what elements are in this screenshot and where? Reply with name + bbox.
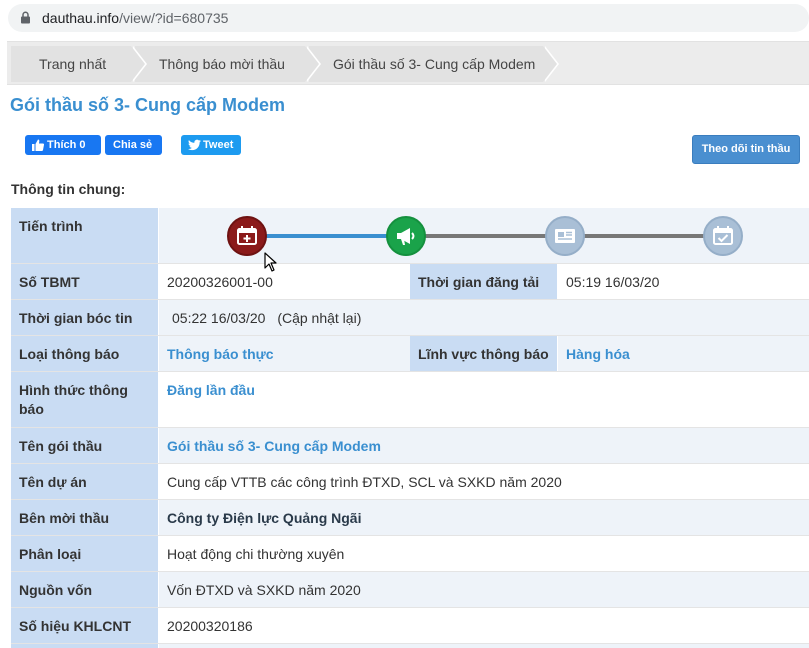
table-row: Tên dự án Cung cấp VTTB các công trình Đ… (11, 464, 809, 500)
section-title: Thông tin chung: (11, 181, 126, 197)
field-link[interactable]: Hàng hóa (558, 336, 809, 371)
row-label: Số TBMT (11, 264, 159, 299)
tweet-button[interactable]: Tweet (181, 135, 241, 155)
table-row: Phân loại Hoạt động chi thường xuyên (11, 536, 809, 572)
row-label: Lĩnh vực thông báo (410, 336, 558, 371)
table-row: Tiến trình (11, 208, 809, 264)
refresh-link[interactable]: (Cập nhật lại) (277, 310, 361, 326)
table-row: Số TBMT 20200326001-00 Thời gian đăng tả… (11, 264, 809, 300)
plan-number-value: 20200320186 (159, 608, 809, 643)
table-row: Bên mời thầu Công ty Điện lực Quảng Ngãi (11, 500, 809, 536)
timeline-connector (565, 234, 723, 238)
facebook-like-button[interactable]: Thích 0 (25, 135, 101, 155)
tweet-label: Tweet (203, 139, 234, 151)
breadcrumb-announcements[interactable]: Thông báo mời thầu (135, 46, 321, 82)
row-label-line: báo (19, 401, 44, 417)
row-label: Bên mời thầu (11, 500, 159, 535)
so-tbmt-value: 20200326001-00 (159, 264, 410, 299)
facebook-share-button[interactable]: Chia sẻ (105, 135, 162, 155)
row-label: Tên dự án (11, 464, 159, 499)
breadcrumb-label: Thông báo mời thầu (159, 56, 285, 72)
table-row: Loại thông báo Thông báo thực Lĩnh vực t… (11, 336, 809, 372)
table-row: Tên gói thầu Gói thầu số 3- Cung cấp Mod… (11, 428, 809, 464)
row-label: Phân loại (11, 536, 159, 571)
lock-icon (21, 11, 30, 24)
share-label: Chia sẻ (113, 139, 153, 151)
page-title: Gói thầu số 3- Cung cấp Modem (10, 95, 286, 115)
notice-type-link[interactable]: Thông báo thực (159, 336, 410, 371)
row-value (159, 644, 809, 648)
procuring-entity-link[interactable]: Công ty Điện lực Quảng Ngãi (159, 500, 809, 535)
row-label: Tên gói thầu (11, 428, 159, 463)
row-label-line: Hình thức thông (19, 382, 128, 398)
calendar-check-glyph (713, 226, 733, 245)
like-label: Thích 0 (47, 139, 86, 151)
twitter-bird-icon (188, 139, 201, 151)
project-name-value: Cung cấp VTTB các công trình ĐTXD, SCL v… (159, 464, 809, 499)
row-label: Hình thức thông báo (11, 372, 159, 427)
breadcrumb: Trang nhất Thông báo mời thầu Gói thầu s… (7, 41, 809, 85)
breadcrumb-label: Gói thầu số 3- Cung cấp Modem (333, 56, 536, 72)
url-text: dauthau.info/view/?id=680735 (42, 10, 229, 26)
fetch-time-value: 05:22 16/03/20 (172, 310, 266, 326)
calendar-plus-glyph (237, 226, 257, 245)
newspaper-icon[interactable] (545, 216, 585, 256)
table-row: Nguồn vốn Vốn ĐTXD và SXKD năm 2020 (11, 572, 809, 608)
table-row: Số hiệu KHLCNT 20200320186 (11, 608, 809, 644)
table-row (11, 644, 809, 648)
thumbs-up-icon (32, 139, 44, 151)
mouse-cursor-icon (264, 252, 277, 272)
breadcrumb-current[interactable]: Gói thầu số 3- Cung cấp Modem (309, 46, 559, 82)
category-value: Hoạt động chi thường xuyên (159, 536, 809, 571)
address-bar[interactable]: dauthau.info/view/?id=680735 (0, 0, 809, 37)
notice-form-link[interactable]: Đăng lần đầu (159, 372, 809, 427)
row-label: Thời gian đăng tải (410, 264, 558, 299)
timeline-connector (406, 234, 565, 238)
row-label: Thời gian bóc tin (11, 300, 159, 335)
breadcrumb-label: Trang nhất (39, 56, 107, 72)
row-label (11, 644, 159, 648)
row-label: Số hiệu KHLCNT (11, 608, 159, 643)
calendar-check-icon[interactable] (703, 216, 743, 256)
package-name-link[interactable]: Gói thầu số 3- Cung cấp Modem (159, 428, 809, 463)
fetch-time-cell: 05:22 16/03/20 (Cập nhật lại) (159, 300, 809, 335)
row-label: Loại thông báo (11, 336, 159, 371)
table-row: Hình thức thông báo Đăng lần đầu (11, 372, 809, 428)
table-row: Thời gian bóc tin 05:22 16/03/20 (Cập nh… (11, 300, 809, 336)
calendar-plus-icon[interactable] (227, 216, 267, 256)
follow-tender-button[interactable]: Theo dõi tin thầu (692, 135, 800, 164)
row-label: Tiến trình (11, 208, 159, 263)
funding-source-value: Vốn ĐTXD và SXKD năm 2020 (159, 572, 809, 607)
breadcrumb-home[interactable]: Trang nhất (11, 46, 147, 82)
row-label: Nguồn vốn (11, 572, 159, 607)
progress-timeline (159, 208, 809, 263)
posted-time-value: 05:19 16/03/20 (558, 264, 809, 299)
megaphone-glyph (397, 228, 415, 245)
timeline-connector (247, 234, 406, 238)
newspaper-glyph (555, 229, 575, 243)
megaphone-icon[interactable] (386, 216, 426, 256)
